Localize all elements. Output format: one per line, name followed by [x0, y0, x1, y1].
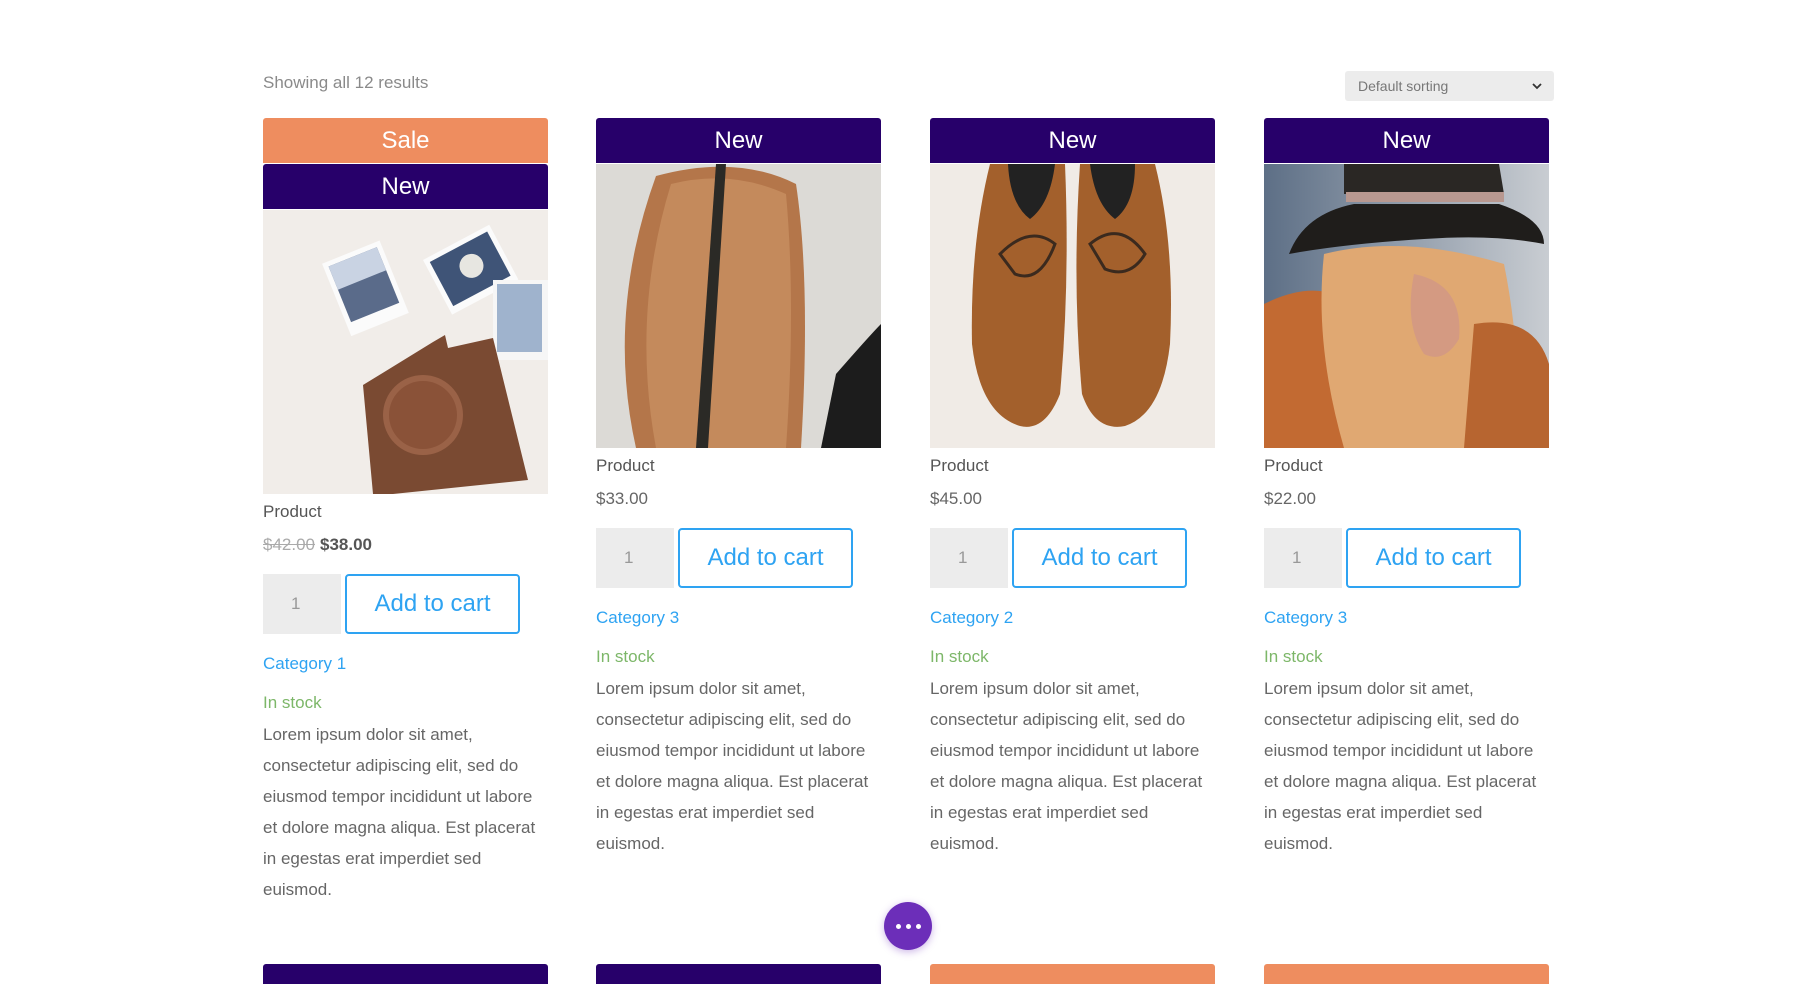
product-price: $45.00 — [930, 489, 982, 508]
add-to-cart-form: Add to cart — [596, 528, 881, 588]
stock-status: In stock — [1264, 647, 1323, 666]
next-row-new-badge — [263, 964, 548, 984]
quantity-input[interactable] — [1264, 528, 1342, 588]
product-price: $22.00 — [1264, 489, 1316, 508]
product-card: Sale New Product $42.00 $38.00 Add to car… — [263, 118, 548, 905]
category-link[interactable]: Category 3 — [1264, 608, 1549, 632]
product-image-woman-in-hat[interactable] — [1264, 164, 1549, 448]
more-dots-icon — [895, 923, 901, 929]
next-row-sale-badge — [1264, 964, 1549, 984]
more-dots-icon — [915, 923, 921, 929]
add-to-cart-button[interactable]: Add to cart — [1346, 528, 1521, 588]
new-badge: New — [930, 118, 1215, 163]
category-link[interactable]: Category 3 — [596, 608, 881, 632]
stock-status: In stock — [930, 647, 989, 666]
product-title[interactable]: Product — [1264, 456, 1549, 480]
product-card: New Product $33.00 Add to cart Category … — [596, 118, 881, 859]
sale-badge: Sale — [263, 118, 548, 163]
product-price: $42.00 $38.00 — [263, 535, 548, 559]
next-row-sale-badge — [930, 964, 1215, 984]
product-description: Lorem ipsum dolor sit amet, consectetur … — [930, 679, 1203, 853]
next-row-new-badge — [596, 964, 881, 984]
sort-select[interactable]: Default sorting — [1345, 71, 1554, 101]
new-badge: New — [263, 164, 548, 209]
add-to-cart-form: Add to cart — [1264, 528, 1549, 588]
sort-select-value: Default sorting — [1358, 78, 1449, 94]
product-price: $33.00 — [596, 489, 648, 508]
more-dots-icon — [905, 923, 911, 929]
category-link[interactable]: Category 2 — [930, 608, 1215, 632]
product-title[interactable]: Product — [596, 456, 881, 480]
product-card: New Product $45.00 Add to cart Category … — [930, 118, 1215, 859]
add-to-cart-button[interactable]: Add to cart — [1012, 528, 1187, 588]
sale-price: $38.00 — [320, 535, 372, 554]
results-count: Showing all 12 results — [263, 73, 429, 92]
product-image-leather-shoes[interactable] — [930, 164, 1215, 448]
original-price: $42.00 — [263, 535, 315, 554]
product-image-leather-bag[interactable] — [596, 164, 881, 448]
add-to-cart-form: Add to cart — [263, 574, 548, 634]
more-options-button[interactable] — [884, 902, 932, 950]
quantity-input[interactable] — [263, 574, 341, 634]
add-to-cart-button[interactable]: Add to cart — [678, 528, 853, 588]
quantity-input[interactable] — [596, 528, 674, 588]
product-title[interactable]: Product — [263, 502, 548, 526]
chevron-down-icon — [1532, 83, 1542, 90]
stock-status: In stock — [596, 647, 655, 666]
new-badge: New — [1264, 118, 1549, 163]
add-to-cart-button[interactable]: Add to cart — [345, 574, 520, 634]
stock-status: In stock — [263, 693, 322, 712]
product-description: Lorem ipsum dolor sit amet, consectetur … — [263, 725, 536, 899]
quantity-input[interactable] — [930, 528, 1008, 588]
product-image-camera-case[interactable] — [263, 210, 548, 494]
product-description: Lorem ipsum dolor sit amet, consectetur … — [1264, 679, 1537, 853]
add-to-cart-form: Add to cart — [930, 528, 1215, 588]
category-link[interactable]: Category 1 — [263, 654, 548, 678]
product-title[interactable]: Product — [930, 456, 1215, 480]
product-card: New Product $22.00 Add to cart Category … — [1264, 118, 1549, 859]
product-description: Lorem ipsum dolor sit amet, consectetur … — [596, 679, 869, 853]
new-badge: New — [596, 118, 881, 163]
